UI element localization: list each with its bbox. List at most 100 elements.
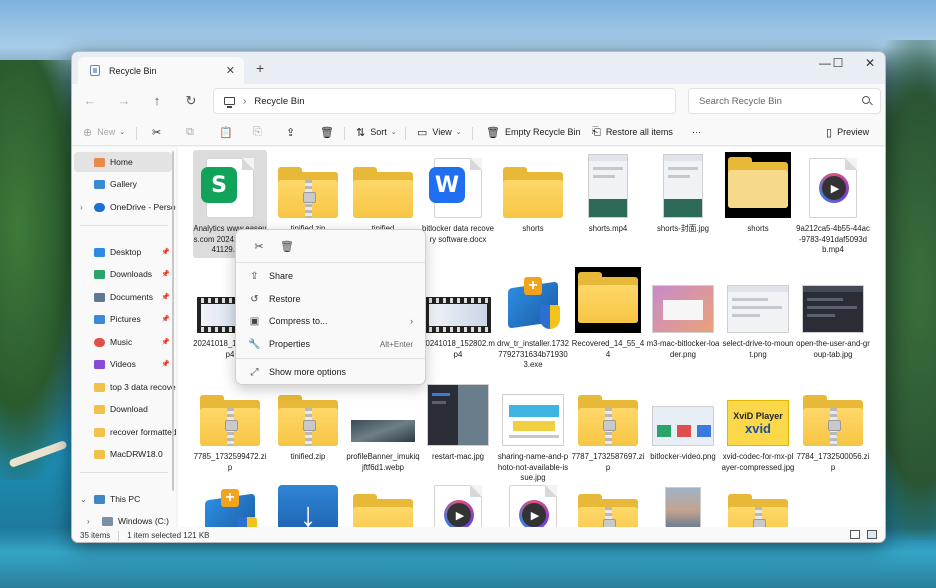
- sidebar-item-videos[interactable]: Videos 📌: [72, 354, 176, 374]
- file-item[interactable]: W bitlocker data recovery software.docx: [421, 150, 495, 258]
- chevron-down-icon[interactable]: ⌄: [80, 495, 87, 504]
- pin-icon[interactable]: 📌: [161, 360, 170, 368]
- file-item[interactable]: [571, 477, 645, 527]
- maximize-button[interactable]: ☐: [826, 56, 850, 70]
- file-item[interactable]: ↓: [271, 477, 345, 527]
- file-item[interactable]: 7784_1732500056.zip: [796, 378, 870, 486]
- sidebar-item-music[interactable]: Music 📌: [72, 332, 176, 352]
- sidebar-item-this-pc[interactable]: ⌄ This PC: [72, 489, 176, 509]
- file-item[interactable]: [721, 477, 795, 527]
- file-item[interactable]: ▶: [421, 477, 495, 527]
- sidebar-item-label: MacDRW18.0: [110, 449, 163, 459]
- chevron-right-icon[interactable]: ›: [87, 517, 90, 526]
- file-item[interactable]: tinified.zip: [271, 378, 345, 486]
- file-item[interactable]: + drw_tr_installer.17327792731634b719303…: [496, 265, 570, 373]
- sort-button[interactable]: ⇅ Sort ⌄: [356, 125, 397, 139]
- sidebar-item-desktop[interactable]: Desktop 📌: [72, 242, 176, 262]
- sidebar-item-gallery[interactable]: Gallery: [72, 174, 176, 194]
- paste-button[interactable]: 📋: [219, 125, 238, 139]
- sidebar-item-downloads[interactable]: Downloads 📌: [72, 264, 176, 284]
- file-item[interactable]: 7787_1732587697.zip: [571, 378, 645, 486]
- sidebar-item-folder[interactable]: top 3 data recovery: [72, 377, 176, 397]
- menu-item-compress[interactable]: ▣ Compress to... ›: [240, 310, 423, 332]
- search-input[interactable]: Search Recycle Bin: [699, 96, 782, 107]
- menu-item-restore[interactable]: ↺ Restore: [240, 288, 423, 310]
- pin-icon[interactable]: 📌: [161, 338, 170, 346]
- chevron-down-icon: ⌄: [390, 129, 397, 136]
- file-item[interactable]: Recovered_14_55_44: [571, 265, 645, 373]
- forward-button[interactable]: →: [115, 93, 133, 108]
- sidebar-scrollbar[interactable]: [172, 151, 174, 491]
- view-button[interactable]: ▭ View ⌄: [417, 125, 462, 139]
- file-item[interactable]: 7785_1732599472.zip: [193, 378, 267, 486]
- large-icons-view-button[interactable]: [867, 530, 877, 539]
- sidebar-item-folder[interactable]: recover formatted: [72, 422, 176, 442]
- address-bar[interactable]: › Recycle Bin: [213, 88, 676, 114]
- pin-icon[interactable]: 📌: [161, 293, 170, 301]
- delete-button[interactable]: 🗑: [320, 125, 339, 139]
- file-item[interactable]: shorts-封面.jpg: [646, 150, 720, 258]
- sidebar-item-onedrive[interactable]: › OneDrive - Personal: [72, 197, 176, 217]
- close-button[interactable]: ✕: [858, 56, 882, 70]
- sidebar-item-home[interactable]: Home: [74, 152, 172, 172]
- delete-icon[interactable]: 🗑: [276, 240, 298, 253]
- file-item[interactable]: XviD Player xvid xvid-codec-for-mx-player…: [721, 378, 795, 486]
- preview-button[interactable]: ▯ Preview: [826, 125, 869, 139]
- sidebar-divider: [80, 472, 168, 473]
- chevron-right-icon[interactable]: ›: [80, 203, 83, 212]
- sidebar-item-label: Downloads: [110, 269, 153, 279]
- pin-icon[interactable]: 📌: [161, 248, 170, 256]
- more-options-button[interactable]: ···: [692, 125, 701, 139]
- empty-recycle-bin-button[interactable]: 🗑 Empty Recycle Bin: [486, 125, 581, 139]
- file-item[interactable]: +: [193, 477, 267, 527]
- cut-icon[interactable]: ✂: [248, 240, 270, 253]
- file-name: 7787_1732587697.zip: [571, 452, 645, 472]
- pin-icon[interactable]: 📌: [161, 270, 170, 278]
- menu-item-properties[interactable]: 🔧 Properties Alt+Enter: [240, 333, 423, 355]
- file-item[interactable]: select-drive-to-mount.png: [721, 265, 795, 373]
- new-tab-button[interactable]: +: [256, 60, 264, 76]
- back-button[interactable]: ←: [81, 93, 99, 108]
- file-item[interactable]: shorts.mp4: [571, 150, 645, 258]
- menu-item-share[interactable]: ⇪ Share: [240, 265, 423, 287]
- copy-button[interactable]: ⧉: [186, 125, 199, 139]
- menu-item-show-more-options[interactable]: ⤢ Show more options: [240, 361, 423, 383]
- file-item[interactable]: [346, 477, 420, 527]
- pin-icon[interactable]: 📌: [161, 315, 170, 323]
- file-item[interactable]: 20241018_152802.mp4: [421, 265, 495, 373]
- file-name: 9a212ca5-4b55-44ac-9783-491daf5093db.mp4: [796, 224, 870, 254]
- new-button[interactable]: ⊕ New ⌄: [83, 125, 125, 139]
- file-item[interactable]: [646, 477, 720, 527]
- details-view-button[interactable]: [850, 530, 860, 539]
- sidebar-item-documents[interactable]: Documents 📌: [72, 287, 176, 307]
- search-box[interactable]: Search Recycle Bin: [688, 88, 881, 114]
- sidebar-item-folder[interactable]: MacDRW18.0: [72, 444, 176, 464]
- up-button[interactable]: ↑: [148, 93, 166, 108]
- rename-icon: ⎘: [253, 125, 262, 138]
- sidebar-item-label: recover formatted: [110, 427, 176, 437]
- sort-label: Sort: [370, 127, 387, 137]
- refresh-button[interactable]: ↻: [182, 93, 200, 109]
- file-item[interactable]: ▶ 9a212ca5-4b55-44ac-9783-491daf5093db.m…: [796, 150, 870, 258]
- file-item[interactable]: bitlocker-video.png: [646, 378, 720, 486]
- share-button[interactable]: ⇪: [286, 125, 300, 139]
- file-item[interactable]: ▶: [496, 477, 570, 527]
- file-item[interactable]: open-the-user-and-group-tab.jpg: [796, 265, 870, 373]
- sidebar-item-pictures[interactable]: Pictures 📌: [72, 309, 176, 329]
- tab-recycle-bin[interactable]: Recycle Bin ✕: [78, 57, 244, 84]
- spreadsheet-icon: S: [201, 167, 237, 203]
- sidebar-item-folder[interactable]: Download: [72, 399, 176, 419]
- tab-close-icon[interactable]: ✕: [226, 64, 235, 77]
- file-item[interactable]: shorts: [721, 150, 795, 258]
- file-item[interactable]: profileBanner_imukiqjftf6d1.webp: [346, 378, 420, 486]
- image-thumbnail: [500, 380, 566, 446]
- breadcrumb-recycle-bin[interactable]: Recycle Bin: [254, 96, 304, 107]
- rename-button[interactable]: ⎘: [253, 125, 267, 139]
- file-item[interactable]: sharing-name-and-photo-not-available-iss…: [496, 378, 570, 486]
- file-item[interactable]: m3-mac-bitlocker-loader.png: [646, 265, 720, 373]
- restore-all-button[interactable]: ⎗ Restore all items: [592, 125, 673, 139]
- file-item[interactable]: shorts: [496, 150, 570, 258]
- file-item[interactable]: restart-mac.jpg: [421, 378, 495, 486]
- cut-button[interactable]: ✂: [152, 125, 166, 139]
- breadcrumb-separator[interactable]: ›: [243, 96, 246, 107]
